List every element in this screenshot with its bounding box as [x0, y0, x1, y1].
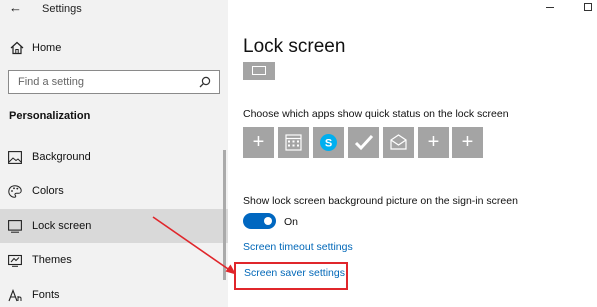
quick-status-add-button[interactable]: +: [418, 127, 449, 158]
sidebar-item-colors[interactable]: Colors: [0, 174, 228, 208]
quick-status-mail-button[interactable]: [383, 127, 414, 158]
skype-icon: S: [320, 134, 337, 151]
plus-icon: +: [461, 131, 474, 153]
section-heading: Personalization: [9, 110, 91, 122]
quick-status-skype-button[interactable]: S: [313, 127, 344, 158]
back-arrow-icon[interactable]: ←: [9, 0, 22, 15]
quick-status-label: Choose which apps show quick status on t…: [243, 108, 509, 120]
quick-status-checkmark-button[interactable]: [348, 127, 379, 158]
nav-home[interactable]: Home: [0, 38, 228, 60]
toggle-state-label: On: [284, 216, 299, 228]
quick-status-add-button[interactable]: +: [452, 127, 483, 158]
lock-screen-icon: [8, 220, 22, 233]
toggle-knob: [264, 217, 272, 225]
quick-status-add-button[interactable]: +: [243, 127, 274, 158]
sidebar-item-label: Background: [32, 151, 91, 163]
sidebar-scrollbar[interactable]: [223, 150, 226, 280]
sidebar-item-label: Colors: [32, 185, 64, 197]
home-icon: [10, 41, 24, 55]
mail-icon: [390, 134, 407, 150]
sidebar-item-label: Themes: [32, 254, 72, 266]
signin-background-toggle[interactable]: [243, 213, 276, 229]
sidebar-item-lock-screen[interactable]: Lock screen: [0, 209, 228, 243]
keyboard-icon: [252, 66, 266, 75]
sidebar-item-fonts[interactable]: Fonts: [0, 278, 228, 307]
checkmark-icon: [354, 134, 374, 151]
minimize-icon[interactable]: [546, 2, 556, 8]
plus-icon: +: [252, 131, 265, 153]
app-title: Settings: [42, 3, 82, 15]
maximize-icon[interactable]: [584, 3, 592, 11]
svg-text:S: S: [325, 138, 332, 150]
quick-status-calendar-button[interactable]: [278, 127, 309, 158]
keyboard-tile[interactable]: [243, 62, 275, 80]
search-placeholder: Find a setting: [18, 76, 85, 88]
sidebar-item-label: Fonts: [32, 289, 60, 301]
signin-background-label: Show lock screen background picture on t…: [243, 195, 518, 207]
sidebar: ← Settings Home Find a setting Personali…: [0, 0, 228, 307]
sidebar-item-background[interactable]: Background: [0, 140, 228, 174]
palette-icon: [8, 185, 22, 198]
annotation-highlight-box: [234, 262, 348, 290]
image-icon: [8, 151, 22, 164]
sidebar-item-themes[interactable]: Themes: [0, 243, 228, 277]
title-bar: ← Settings: [0, 0, 228, 20]
sidebar-item-label: Lock screen: [32, 220, 92, 232]
calendar-icon: [285, 134, 302, 151]
themes-icon: [8, 254, 22, 267]
page-title: Lock screen: [243, 36, 346, 57]
plus-icon: +: [427, 131, 440, 153]
home-label: Home: [32, 42, 62, 54]
fonts-icon: [8, 289, 22, 302]
search-icon: [199, 76, 211, 88]
search-input[interactable]: Find a setting: [8, 70, 220, 94]
screen-timeout-settings-link[interactable]: Screen timeout settings: [243, 241, 353, 253]
